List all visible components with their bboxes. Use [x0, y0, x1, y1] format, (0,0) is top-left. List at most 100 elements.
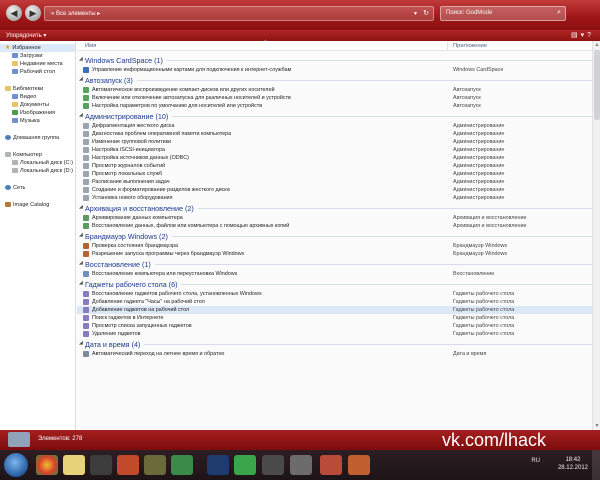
list-item[interactable]: Автоматическое воспроизведение компакт-д…	[77, 86, 600, 94]
search-input[interactable]: Поиск: GodMode ⌕	[440, 6, 566, 21]
group-header[interactable]: ◢ Восстановление (1)	[77, 259, 600, 270]
sidebar-item-documents[interactable]: Документы	[0, 101, 75, 109]
gadget-icon	[83, 299, 89, 305]
app-icon[interactable]	[117, 455, 139, 475]
view-options-icon[interactable]: ▤▾?	[571, 31, 594, 39]
column-header-name[interactable]: Имя	[85, 43, 96, 49]
sidebar-item-computer[interactable]: Компьютер	[0, 151, 75, 159]
collapse-triangle-icon[interactable]: ◢	[79, 340, 83, 346]
group-header[interactable]: ◢ Автозапуск (3)	[77, 75, 600, 86]
clock[interactable]: 18:42 28.12.2012	[558, 456, 588, 472]
list-item[interactable]: Архивирование данных компьютера Архивация…	[77, 214, 600, 222]
game-icon[interactable]	[144, 455, 166, 475]
list-item[interactable]: Изменение групповой политики Администриро…	[77, 138, 600, 146]
collapse-triangle-icon[interactable]: ◢	[79, 204, 83, 210]
forward-button[interactable]: ▶	[25, 5, 41, 21]
item-name: Дефрагментация жесткого диска	[92, 123, 175, 129]
start-button[interactable]	[4, 453, 28, 477]
list-item[interactable]: Настройка параметров по умолчанию для но…	[77, 102, 600, 110]
autoplay-icon	[83, 87, 89, 93]
add-icon[interactable]	[234, 455, 256, 475]
scroll-down-icon[interactable]: ▼	[594, 423, 600, 429]
item-name: Включение или отключение автозапуска для…	[92, 95, 291, 101]
list-item[interactable]: Создание и форматирование разделов жестк…	[77, 186, 600, 194]
sidebar-item-homegroup[interactable]: Домашняя группа	[0, 134, 75, 142]
group-header[interactable]: ◢ Дата и время (4)	[77, 339, 600, 350]
app-icon[interactable]	[320, 455, 342, 475]
app-icon[interactable]	[348, 455, 370, 475]
list-item[interactable]: Восстановление компьютера или переустано…	[77, 270, 600, 278]
organize-button[interactable]: Упорядочить ▾	[6, 32, 46, 39]
vertical-scrollbar[interactable]: ▲ ▼	[592, 41, 600, 430]
group-header[interactable]: ◢ Гаджеты рабочего стола (6)	[77, 279, 600, 290]
list-item[interactable]: Настройка iSCSI-инициатора Администрирова…	[77, 146, 600, 154]
language-indicator[interactable]: RU	[531, 458, 540, 464]
sidebar-label: Рабочий стол	[20, 69, 56, 75]
sidebar-item-downloads[interactable]: Загрузки	[0, 52, 75, 60]
list-item[interactable]: Просмотр журналов событий Администрирован…	[77, 162, 600, 170]
group-header[interactable]: ◢ Windows CardSpace (1)	[77, 55, 600, 66]
breadcrumb[interactable]: « Все элементы ▸	[51, 10, 100, 17]
collapse-triangle-icon[interactable]: ◢	[79, 260, 83, 266]
list-item[interactable]: Восстановление гаджетов рабочего стола, …	[77, 290, 600, 298]
refresh-icon[interactable]: ↻	[423, 9, 429, 17]
list-item[interactable]: Проверка состояния брандмауэра Брандмауэр…	[77, 242, 600, 250]
list-item[interactable]: Настройка источников данных (ODBC) Админи…	[77, 154, 600, 162]
sidebar-item-desktop[interactable]: Рабочий стол	[0, 68, 75, 76]
list-item[interactable]: Автоматический переход на летнее время и…	[77, 350, 600, 358]
column-separator[interactable]	[447, 42, 448, 50]
sidebar-item-favorites[interactable]: ★ Избранное	[0, 44, 75, 52]
sidebar-item-libraries[interactable]: Библиотеки	[0, 85, 75, 93]
film-icon[interactable]	[262, 455, 284, 475]
list-item[interactable]: Диагностика проблем оперативной памяти к…	[77, 130, 600, 138]
group-header[interactable]: ◢ Администрирование (10)	[77, 111, 600, 122]
address-bar[interactable]: « Все элементы ▸ ▾ ↻	[44, 6, 434, 21]
list-item[interactable]: Добавление гаджетов на рабочий стол Гадже…	[77, 306, 600, 314]
collapse-triangle-icon[interactable]: ◢	[79, 112, 83, 118]
list-item[interactable]: Разрешение запуска программы через бранд…	[77, 250, 600, 258]
sidebar-item-drive-d[interactable]: Локальный диск (D:)	[0, 167, 75, 175]
list-item[interactable]: Включение или отключение автозапуска для…	[77, 94, 600, 102]
app-icon[interactable]	[171, 455, 193, 475]
sidebar-item-image-catalog[interactable]: Image Catalog	[0, 201, 75, 209]
sidebar-item-network[interactable]: Сеть	[0, 184, 75, 192]
group-header[interactable]: ◢ Архивация и восстановление (2)	[77, 203, 600, 214]
collapse-triangle-icon[interactable]: ◢	[79, 280, 83, 286]
photoshop-icon[interactable]	[207, 455, 229, 475]
list-item[interactable]: Поиск гаджетов в Интернете Гаджеты рабоче…	[77, 314, 600, 322]
sidebar-item-drive-c[interactable]: Локальный диск (C:)	[0, 159, 75, 167]
explorer-icon[interactable]	[63, 455, 85, 475]
list-item[interactable]: Установка нового оборудования Администрир…	[77, 194, 600, 202]
collapse-triangle-icon[interactable]: ◢	[79, 232, 83, 238]
list-item[interactable]: Восстановление данных, файлов или компью…	[77, 222, 600, 230]
autoplay-icon	[83, 103, 89, 109]
list-item[interactable]: Расписание выполнения задач Администриров…	[77, 178, 600, 186]
search-icon[interactable]: ⌕	[557, 9, 561, 17]
media-player-icon[interactable]	[90, 455, 112, 475]
column-header-app[interactable]: Приложение	[453, 43, 487, 49]
back-button[interactable]: ◀	[6, 5, 22, 21]
collapse-triangle-icon[interactable]: ◢	[79, 76, 83, 82]
show-desktop-button[interactable]	[592, 450, 600, 480]
search-placeholder: Поиск: GodMode	[446, 10, 493, 16]
app-icon[interactable]	[290, 455, 312, 475]
list-item[interactable]: Добавление гаджета "Часы" на рабочий сто…	[77, 298, 600, 306]
sort-arrow-icon: ⌃	[263, 40, 269, 46]
list-item[interactable]: Просмотр локальных служб Администрировани…	[77, 170, 600, 178]
collapse-triangle-icon[interactable]: ◢	[79, 56, 83, 62]
sidebar-item-music[interactable]: Музыка	[0, 117, 75, 125]
group-header[interactable]: ◢ Брандмауэр Windows (2)	[77, 231, 600, 242]
chrome-icon[interactable]	[36, 455, 58, 475]
list-item[interactable]: Удаление гаджетов Гаджеты рабочего стола	[77, 330, 600, 338]
sidebar-item-pictures[interactable]: Изображения	[0, 109, 75, 117]
control-panel-icon	[8, 432, 30, 447]
list-item[interactable]: Управление информационными картами для п…	[77, 66, 600, 74]
sidebar-item-video[interactable]: Видео	[0, 93, 75, 101]
item-app: Гаджеты рабочего стола	[453, 299, 515, 305]
scroll-up-icon[interactable]: ▲	[594, 42, 600, 48]
address-dropdown-icon[interactable]: ▾	[414, 10, 417, 17]
scroll-thumb[interactable]	[594, 50, 600, 120]
list-item[interactable]: Дефрагментация жесткого диска Администрир…	[77, 122, 600, 130]
list-item[interactable]: Просмотр списка запущенных гаджетов Гадже…	[77, 322, 600, 330]
sidebar-item-recent-places[interactable]: Недавние места	[0, 60, 75, 68]
